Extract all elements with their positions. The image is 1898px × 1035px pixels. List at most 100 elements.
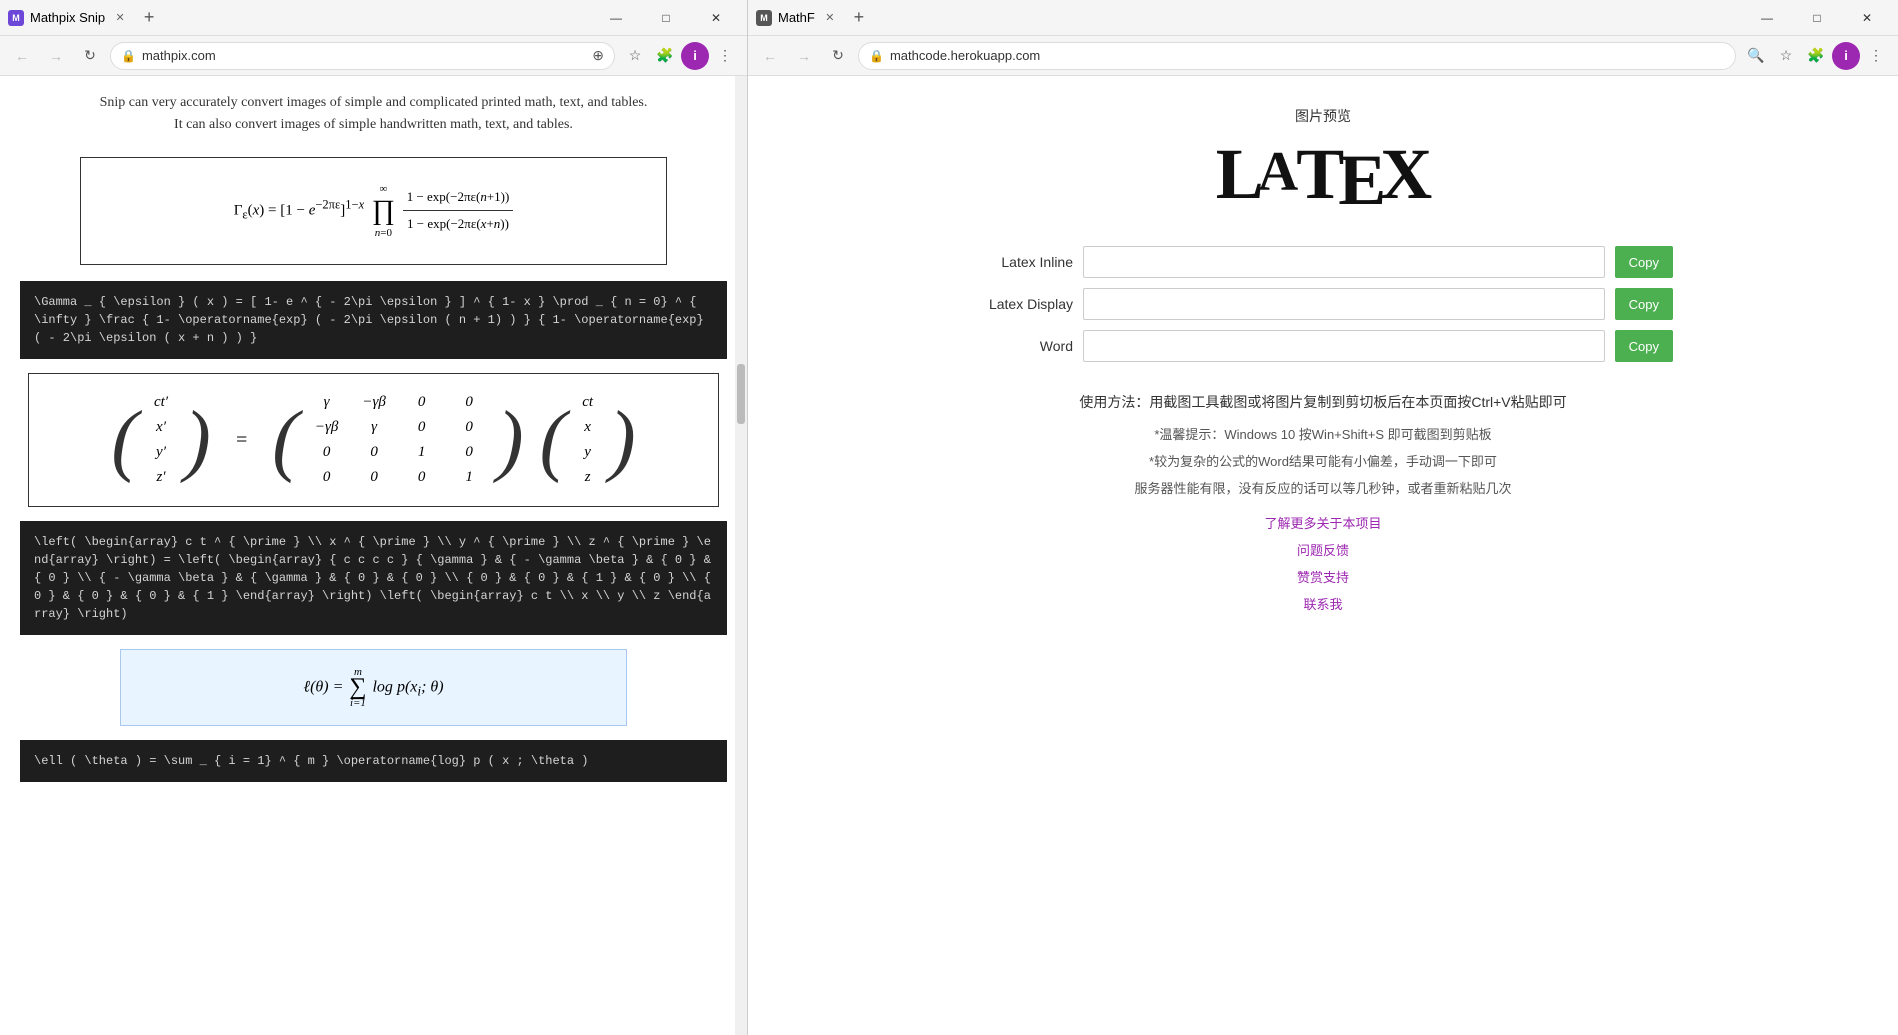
right-url-bar[interactable]: 🔒 mathcode.herokuapp.com (858, 42, 1736, 70)
latex-E: E (1338, 140, 1384, 220)
right-favicon: M (756, 10, 772, 26)
latex-display-row: Latex Display Copy (973, 288, 1673, 320)
left-title-bar: M Mathpix Snip ✕ + — □ ✕ (0, 0, 747, 36)
usage-main-text: 使用方法：用截图工具截图或将图片复制到剪切板后在本页面按Ctrl+V粘贴即可 (973, 392, 1673, 412)
paren-right-2: ) (497, 400, 524, 480)
right-menu-btn[interactable]: ⋮ (1862, 42, 1890, 70)
paren-left-3: ( (540, 400, 567, 480)
left-new-tab[interactable]: + (135, 4, 163, 32)
right-vector: ct x y z (582, 394, 593, 486)
right-forward-btn[interactable]: → (790, 42, 818, 70)
feedback-link[interactable]: 问题反馈 (1297, 540, 1349, 559)
support-link[interactable]: 赞赏支持 (1297, 567, 1349, 586)
right-back-btn[interactable]: ← (756, 42, 784, 70)
left-favicon: M (8, 10, 24, 26)
paren-left-1: ( (111, 400, 138, 480)
right-favicon-letter: M (760, 13, 768, 23)
code-block-3: \ell ( \theta ) = \sum _ { i = 1} ^ { m … (20, 740, 727, 782)
handwritten-box: ℓ(θ) = m ∑ i=1 log p(xi; θ) (120, 649, 627, 726)
left-extensions-btn[interactable]: 🧩 (651, 42, 679, 70)
left-translate-icon: ⊕ (592, 47, 604, 64)
right-extensions-btn[interactable]: 🧩 (1802, 42, 1830, 70)
latex-inline-input[interactable] (1083, 246, 1605, 278)
preview-label: 图片预览 (1295, 106, 1351, 126)
left-close[interactable]: ✕ (693, 0, 739, 36)
word-label: Word (973, 338, 1073, 354)
left-page-content: Snip can very accurately convert images … (0, 76, 747, 1035)
latex-inline-row: Latex Inline Copy (973, 246, 1673, 278)
usage-tip-2: *较为复杂的公式的Word结果可能有小偏差，手动调一下即可 (973, 451, 1673, 470)
project-link[interactable]: 了解更多关于本项目 (1264, 513, 1381, 532)
code-block-1: \Gamma _ { \epsilon } ( x ) = [ 1- e ^ {… (20, 281, 727, 359)
latex-display-copy-btn[interactable]: Copy (1615, 288, 1673, 320)
right-star-btn[interactable]: ☆ (1772, 42, 1800, 70)
equals-sign: = (235, 429, 249, 452)
latex-la: L (1216, 134, 1262, 214)
word-input[interactable] (1083, 330, 1605, 362)
left-address-bar: ← → ↻ 🔒 mathpix.com ⊕ ☆ 🧩 i ⋮ (0, 36, 747, 76)
right-address-bar: ← → ↻ 🔒 mathcode.herokuapp.com 🔍 ☆ 🧩 i ⋮ (748, 36, 1898, 76)
left-star-btn[interactable]: ☆ (621, 42, 649, 70)
latex-display-input[interactable] (1083, 288, 1605, 320)
left-back-btn[interactable]: ← (8, 42, 36, 70)
matrix-box: ( ct′ x′ y′ z′ ) = ( γ−γβ00 −γβγ00 0010 (28, 373, 719, 507)
right-maximize[interactable]: □ (1794, 0, 1840, 36)
handwritten-formula: ℓ(θ) = m ∑ i=1 log p(xi; θ) (137, 666, 610, 709)
right-address-actions: 🔍 ☆ 🧩 i ⋮ (1742, 42, 1890, 70)
middle-matrix: γ−γβ00 −γβγ00 0010 0001 (315, 394, 481, 486)
gamma-formula-box: Γε(x) = [1 − e−2πε]1−x ∞ ∏ n=0 1 − exp(−… (80, 157, 667, 265)
usage-section: 使用方法：用截图工具截图或将图片复制到剪切板后在本页面按Ctrl+V粘贴即可 *… (973, 392, 1673, 613)
left-avatar[interactable]: i (681, 42, 709, 70)
latex-display-label: Latex Display (973, 296, 1073, 312)
right-page-content: 图片预览 LATEX Latex Inline Copy Latex Displ… (748, 76, 1898, 1035)
right-minimize[interactable]: — (1744, 0, 1790, 36)
left-tab-close[interactable]: ✕ (111, 9, 129, 27)
left-page: Snip can very accurately convert images … (0, 76, 747, 812)
right-browser: M MathF ✕ + — □ ✕ ← → ↻ 🔒 mathcode.herok… (748, 0, 1898, 1035)
intro-text: Snip can very accurately convert images … (20, 92, 727, 137)
right-new-tab[interactable]: + (845, 4, 873, 32)
usage-tip-3: 服务器性能有限，没有反应的话可以等几秒钟，或者重新粘贴几次 (973, 478, 1673, 497)
word-copy-btn[interactable]: Copy (1615, 330, 1673, 362)
latex-inline-label: Latex Inline (973, 254, 1073, 270)
code-block-2: \left( \begin{array} c t ^ { \prime } \\… (20, 521, 727, 635)
latex-logo: LATEX (1216, 138, 1431, 216)
latex-T: T (1296, 134, 1342, 214)
left-maximize[interactable]: □ (643, 0, 689, 36)
right-refresh-btn[interactable]: ↻ (824, 42, 852, 70)
left-forward-btn[interactable]: → (42, 42, 70, 70)
left-browser: M Mathpix Snip ✕ + — □ ✕ ← → ↻ 🔒 mathpix… (0, 0, 748, 1035)
right-window-controls: — □ ✕ (1744, 0, 1890, 36)
right-avatar[interactable]: i (1832, 42, 1860, 70)
right-tab-close[interactable]: ✕ (821, 9, 839, 27)
gamma-formula: Γε(x) = [1 − e−2πε]1−x ∞ ∏ n=0 1 − exp(−… (101, 178, 646, 244)
right-lock-icon: 🔒 (869, 49, 884, 63)
right-url-text: mathcode.herokuapp.com (890, 48, 1725, 63)
left-vector: ct′ x′ y′ z′ (154, 394, 168, 486)
left-window-controls: — □ ✕ (593, 0, 739, 36)
right-close[interactable]: ✕ (1844, 0, 1890, 36)
usage-tip-1: *温馨提示：Windows 10 按Win+Shift+S 即可截图到剪贴板 (973, 424, 1673, 443)
left-tab-label: Mathpix Snip (30, 10, 105, 25)
right-title-bar: M MathF ✕ + — □ ✕ (748, 0, 1898, 36)
form-section: Latex Inline Copy Latex Display Copy Wor… (973, 246, 1673, 372)
link-section: 了解更多关于本项目 问题反馈 赞赏支持 联系我 (973, 513, 1673, 613)
right-tab-label: MathF (778, 10, 815, 25)
word-row: Word Copy (973, 330, 1673, 362)
left-url-bar[interactable]: 🔒 mathpix.com ⊕ (110, 42, 615, 70)
left-scrollbar-thumb (737, 364, 745, 424)
left-refresh-btn[interactable]: ↻ (76, 42, 104, 70)
left-url-text: mathpix.com (142, 48, 586, 63)
contact-link[interactable]: 联系我 (1303, 594, 1342, 613)
left-scrollbar[interactable] (735, 76, 747, 1035)
matrix-content: ( ct′ x′ y′ z′ ) = ( γ−γβ00 −γβγ00 0010 (49, 394, 698, 486)
left-lock-icon: 🔒 (121, 49, 136, 63)
left-minimize[interactable]: — (593, 0, 639, 36)
latex-X: X (1380, 134, 1430, 214)
left-menu-btn[interactable]: ⋮ (711, 42, 739, 70)
latex-inline-copy-btn[interactable]: Copy (1615, 246, 1673, 278)
paren-left-2: ( (272, 400, 299, 480)
right-search-btn[interactable]: 🔍 (1742, 42, 1770, 70)
paren-right-1: ) (184, 400, 211, 480)
right-page: 图片预览 LATEX Latex Inline Copy Latex Displ… (748, 76, 1898, 643)
